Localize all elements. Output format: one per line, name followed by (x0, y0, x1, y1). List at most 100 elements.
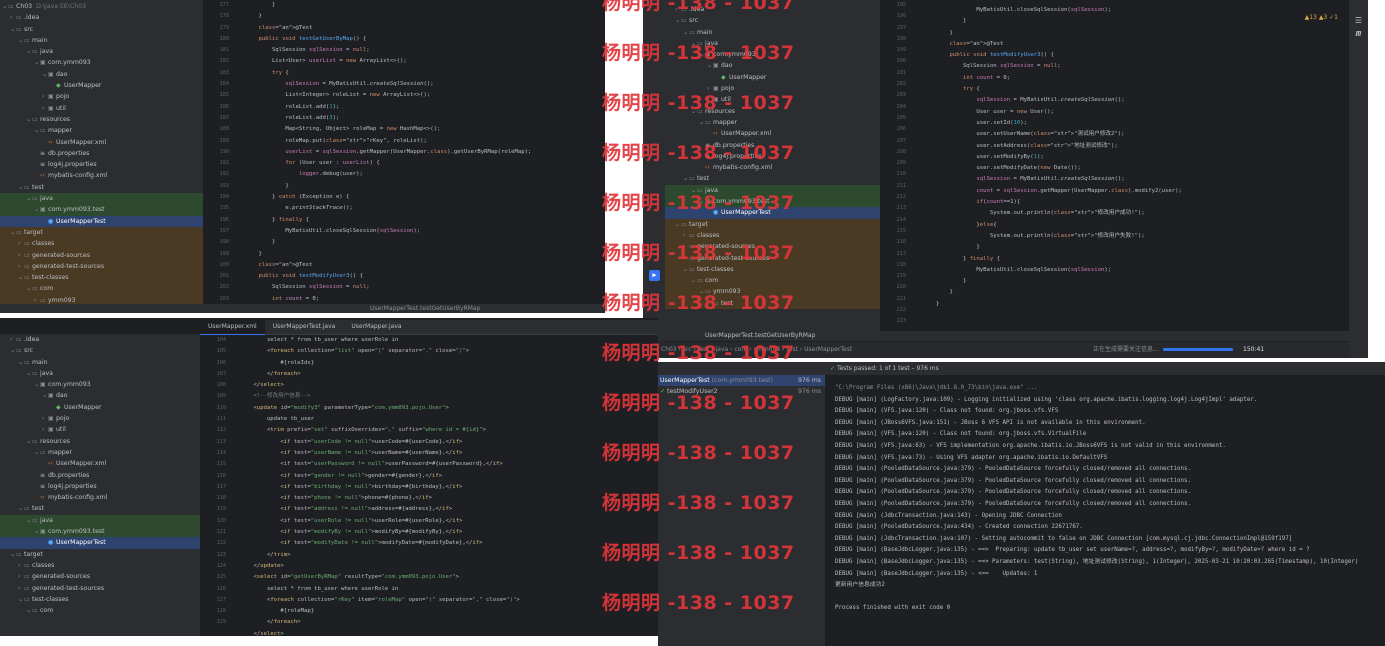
editor-tab[interactable]: UserMapperTest.java (265, 320, 344, 334)
folder-icon: ▭ (24, 561, 30, 569)
props-icon: ≡ (40, 482, 46, 490)
watermark-text: 杨明明 -138 - 1037 (602, 42, 795, 64)
tree-item[interactable]: ⌄▭ main (0, 35, 203, 46)
tree-item[interactable]: ⌄▭ target (0, 549, 200, 560)
editor-tab[interactable]: UserMapper.xml (200, 320, 265, 336)
tree-item[interactable]: › ▭ .idea (0, 12, 203, 23)
tree-item[interactable]: ≡ log4j.properties (0, 159, 203, 170)
tree-item[interactable]: ⌄▭ test-classes (665, 263, 880, 276)
tree-item[interactable]: ● UserMapperTest (0, 537, 200, 549)
code-editor[interactable]: 177 178 179 180 181 182 183 184 185 186 187 188 189 1… (203, 0, 605, 313)
tree-item-label: com.ymm093 (48, 59, 91, 67)
project-tree: ⌄▭ Ch03 D:\java EE\Ch03 › ▭ .idea ⌄▭ src ⌄▭ main ⌄… (0, 0, 203, 313)
tree-item[interactable]: ⌄▭ test-classes (0, 272, 203, 284)
tree-item[interactable]: ⌄▭ src (0, 24, 203, 35)
tree-item-label: src (24, 347, 34, 355)
tree-item[interactable]: ⌄▭ target (665, 218, 880, 230)
tree-item[interactable]: ‹› mybatis-config.xml (0, 492, 200, 503)
tree-item[interactable]: ≡ db.properties (0, 470, 200, 481)
test-root-row[interactable]: UserMapperTest (com.ymm093.test) 976 ms (658, 375, 825, 386)
tree-item[interactable]: ⌄▭ com (665, 275, 880, 287)
tree-item[interactable]: › ▣ util (0, 424, 200, 435)
tree-item-label: UserMapper.xml (56, 138, 107, 146)
tree-item[interactable]: ⌄▭ src (0, 345, 200, 356)
tree-item[interactable]: ⌄▭ Ch03 D:\java EE\Ch03 (0, 1, 203, 12)
tree-item[interactable]: ⌄▣ com.ymm093.test (0, 526, 200, 538)
tree-item-label: test (697, 175, 709, 183)
tree-item[interactable]: › ▭ classes (0, 560, 200, 571)
tree-item[interactable]: ⌄▭ resources (0, 114, 203, 125)
tree-item[interactable]: ⌄▣ dao (0, 69, 203, 80)
line-gutter: 177 178 179 180 181 182 183 184 185 186 187 188 189 1… (203, 0, 233, 313)
tree-item[interactable]: ⌄▭ mapper (0, 447, 200, 458)
tree-item[interactable]: ◆ UserMapper (665, 72, 880, 83)
tree-item[interactable]: ⌄▭ java (0, 46, 203, 57)
inspection-widget[interactable]: ▲13 ▲3 ✓1 (1305, 14, 1338, 21)
tree-item[interactable]: › ▭ classes (0, 238, 203, 250)
tree-item[interactable]: ⌄▭ test-classes (0, 594, 200, 605)
tree-item[interactable]: ⌄▭ mapper (0, 125, 203, 136)
tree-item[interactable]: › ▭ generated-test-sources (0, 583, 200, 594)
tree-item[interactable]: ‹› mybatis-config.xml (0, 170, 203, 181)
tree-item[interactable]: ⌄▭ resources (0, 436, 200, 447)
editor-tab[interactable]: UserMapper.java (343, 320, 409, 334)
line-number: 107 (216, 370, 226, 377)
line-number: 196 (219, 216, 229, 223)
run-config-label[interactable]: UserMapperTest.testGetUserByRMap (370, 304, 480, 313)
tree-item[interactable]: ⌄▭ test (665, 173, 880, 184)
tree-item[interactable]: ‹› UserMapper.xml (0, 458, 200, 469)
tree-item[interactable]: › ▭ generated-sources (0, 571, 200, 582)
tree-item[interactable]: ⌄▭ java (0, 514, 200, 527)
tree-item[interactable]: ⌄▭ com (0, 283, 203, 295)
line-gutter: 104 105 106 107 108 109 110 111 112 113 114 115 116 1… (200, 335, 230, 636)
line-number: 207 (896, 137, 906, 144)
tree-item[interactable]: ◆ UserMapper (0, 80, 203, 91)
tree-item[interactable]: ≡ db.properties (0, 148, 203, 159)
tree-item[interactable]: ⌄▭ main (665, 27, 880, 38)
line-number: 202 (896, 81, 906, 88)
tree-item[interactable]: ⌄▭ test (0, 182, 203, 193)
tree-item[interactable]: › ▣ pojo (0, 413, 200, 424)
tree-item[interactable]: › ▭ generated-sources (0, 249, 203, 261)
tree-item[interactable]: › ▣ pojo (0, 91, 203, 102)
tree-item[interactable]: › ▣ util (0, 103, 203, 114)
code-editor[interactable]: 195 196 197 198 199 200 201 202 203 204 205 206 207 2… (880, 0, 1368, 330)
console-line: DEBUG [main] (JdbcTransaction.java:143) … (835, 512, 1062, 519)
tree-item-label: ymm093 (48, 296, 76, 304)
tree-item[interactable]: ⌄▭ mapper (665, 117, 880, 128)
tree-item-label: UserMapper (64, 82, 102, 90)
tree-item[interactable]: ⌄▭ target (0, 226, 203, 239)
folder-icon: ▭ (32, 115, 38, 123)
tree-item[interactable]: ⌄▣ com.ymm093 (0, 57, 203, 68)
notifications-icon[interactable]: ☰ (1349, 16, 1368, 25)
tree-item[interactable]: ‹› UserMapper.xml (0, 137, 203, 148)
tree-item[interactable]: ⌄▭ com (0, 605, 200, 616)
tree-item[interactable]: ⌄▭ java (0, 193, 203, 205)
tree-item[interactable]: ⌄▭ java (0, 368, 200, 379)
tree-item[interactable]: ⌄▣ com.ymm093 (0, 379, 200, 390)
run-icon[interactable]: ▶ (649, 270, 660, 281)
code-body: } } class="an">@Test public void testGet… (245, 0, 531, 313)
tree-item-label: UserMapperTest (56, 217, 106, 225)
tree-item[interactable]: ⌄▣ com.ymm093.test (0, 204, 203, 216)
watermark-text: 杨明明 -138 - 1037 (602, 242, 795, 264)
tree-item-label: mapper (713, 118, 738, 126)
tree-item[interactable]: ⌄▭ test (0, 503, 200, 514)
code-line: <if test="gender != null">gender=#{gende… (240, 472, 443, 479)
code-editor[interactable]: 104 105 106 107 108 109 110 111 112 113 114 115 116 1… (200, 335, 658, 636)
tree-item[interactable]: ● UserMapperTest (0, 215, 203, 227)
package-icon: ▣ (40, 528, 46, 536)
tree-item-label: com.ymm093.test (48, 206, 105, 214)
package-icon: ▣ (48, 426, 54, 434)
tree-item[interactable]: ⌄▣ dao (0, 390, 200, 401)
tree-item-label: java (40, 48, 53, 56)
tree-item[interactable]: ⌄▭ src (665, 15, 880, 26)
console-output[interactable]: "C:\Program Files (x86)\Java\jdk1.8.0_73… (835, 383, 1383, 615)
breadcrumb-item[interactable]: UserMapperTest (804, 346, 852, 353)
maven-icon[interactable]: m (1349, 29, 1368, 39)
tree-item[interactable]: ◆ UserMapper (0, 402, 200, 413)
tree-item[interactable]: › ▭ .idea (0, 334, 200, 345)
tree-item[interactable]: ≡ log4j.properties (0, 481, 200, 492)
tree-item[interactable]: ⌄▭ main (0, 357, 200, 368)
tree-item[interactable]: › ▭ generated-test-sources (0, 260, 203, 273)
